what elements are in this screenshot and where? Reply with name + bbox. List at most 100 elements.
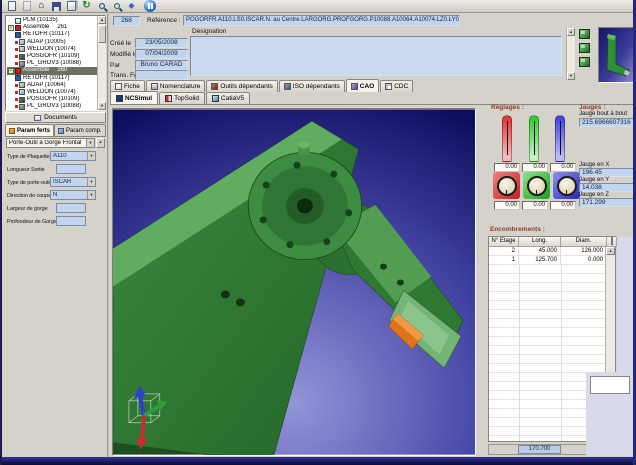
green-cube-icon[interactable] — [579, 29, 590, 39]
tool-icon — [211, 83, 218, 90]
tab-param-ferts[interactable]: Param ferts — [5, 124, 54, 136]
green-cube-icon[interactable] — [579, 43, 590, 53]
slider-red-value[interactable]: 0.00 — [494, 163, 520, 172]
chevron-down-icon[interactable]: ▼ — [87, 152, 95, 160]
tree-item[interactable]: ADAP (10005) — [7, 39, 97, 46]
created-field[interactable]: 23/05/2008 — [135, 38, 188, 48]
largeur-gorge-field[interactable] — [56, 203, 86, 213]
scroll-down-icon[interactable]: ▼ — [98, 102, 106, 110]
copy-document-icon[interactable] — [65, 1, 78, 12]
knob-dial[interactable] — [527, 176, 547, 196]
model-icon-stack — [579, 29, 590, 67]
home-icon[interactable]: ⌂ — [35, 1, 48, 12]
designation-field[interactable] — [190, 36, 562, 76]
tree-item[interactable]: ADAP (10064) — [7, 82, 97, 89]
knob-blue[interactable] — [553, 172, 580, 199]
scroll-up-icon[interactable]: ▲ — [606, 247, 615, 255]
slider-red[interactable] — [502, 115, 512, 162]
pause-orb-icon[interactable] — [140, 0, 156, 12]
reference-field[interactable]: POGORFR.A110.LS0.ISCAR.N. au Centre.LARG… — [183, 15, 460, 26]
new-document-icon[interactable] — [5, 1, 18, 12]
open-document-icon[interactable] — [20, 1, 33, 12]
documents-button[interactable]: Documents — [5, 112, 106, 123]
tree-item[interactable]: PLM (10135) — [7, 17, 97, 24]
record-id: 268 — [113, 16, 140, 26]
form-scroll-up-icon[interactable]: ▲ — [96, 138, 105, 148]
slider-blue-value[interactable]: 0.00 — [550, 163, 576, 172]
spare-field[interactable] — [590, 376, 630, 394]
search-icon[interactable] — [95, 1, 108, 12]
knob-dial[interactable] — [557, 176, 577, 196]
direction-coupe-select[interactable]: N▼ — [50, 190, 96, 200]
tab-param-comp[interactable]: Param comp. — [54, 124, 106, 136]
tree-item[interactable]: RETOFR (10117) — [7, 75, 97, 82]
jauge-bout-value: 215.6966607316 — [579, 118, 636, 127]
tree-item[interactable]: POSGOFR (10109) — [7, 53, 97, 60]
knob-red-value[interactable]: 0.00 — [494, 201, 520, 210]
slider-green-value[interactable]: 0.00 — [522, 163, 548, 172]
subtab-topsolid[interactable]: TopSolid — [159, 92, 205, 104]
table-row[interactable]: 2 45.000 126.000 — [489, 247, 615, 256]
scroll-up-icon[interactable]: ▲ — [567, 28, 575, 36]
tab-outils-dependants[interactable]: Outils dépendants — [206, 80, 277, 92]
window-bottom-frame — [2, 457, 636, 465]
gem-icon[interactable]: ◆ — [125, 1, 138, 12]
modified-label: Modifié le — [110, 51, 138, 58]
search-plus-icon[interactable] — [110, 1, 123, 12]
tree-item[interactable]: PL_GROV3 (10088) — [7, 60, 97, 67]
topsolid-icon — [165, 95, 172, 102]
plaquette-select[interactable]: A110▼ — [50, 151, 96, 161]
knob-red[interactable] — [493, 172, 520, 199]
red-mark-icon — [15, 105, 18, 108]
chevron-down-icon[interactable]: ▼ — [87, 178, 95, 186]
designation-scrollbar[interactable]: ▲ ▼ — [566, 28, 575, 80]
expander-icon[interactable]: + — [8, 25, 14, 31]
col-options[interactable] — [607, 237, 617, 247]
cao-icon — [351, 83, 358, 90]
slider-blue[interactable] — [555, 115, 565, 162]
refresh-icon[interactable]: ↻ — [80, 1, 93, 12]
knob-dial[interactable] — [497, 176, 517, 196]
tree-item[interactable]: RETOFR (10117) — [7, 31, 97, 38]
by-field[interactable]: Bruno CARAD — [135, 60, 188, 70]
3d-viewport[interactable] — [112, 108, 476, 456]
modified-field[interactable]: 07/04/2009 — [135, 49, 188, 59]
subtab-ncsimul[interactable]: NCSimul — [110, 91, 158, 104]
porte-outil-select[interactable]: ISCAR▼ — [50, 177, 96, 187]
reference-label: Référence : — [147, 17, 181, 24]
longueur-sortie-field[interactable] — [56, 164, 86, 174]
divider — [5, 136, 106, 137]
tree-scrollbar[interactable]: ▲ ▼ — [97, 16, 106, 110]
knob-green[interactable] — [523, 172, 550, 199]
scroll-thumb[interactable] — [98, 25, 106, 43]
holder-icon — [19, 97, 25, 103]
field-label: Profondeur de Gorge — [7, 219, 57, 225]
splitter[interactable] — [107, 14, 109, 457]
adapter-icon — [19, 39, 25, 45]
tab-cdc[interactable]: CDC — [380, 80, 413, 92]
knob-blue-value[interactable]: 0.00 — [550, 201, 576, 210]
table-row[interactable]: 1 125.700 0.000 — [489, 256, 615, 265]
main-toolbar: ⌂ ↻ ◆ — [2, 0, 636, 13]
tree-item-group-selected[interactable]: +Assemblé260 — [7, 67, 97, 74]
scroll-up-icon[interactable]: ▲ — [98, 16, 106, 24]
tree-item[interactable]: WELDON (10074) — [7, 46, 97, 53]
by-label: Par — [110, 62, 120, 69]
slider-green[interactable] — [529, 115, 539, 162]
tab-cao[interactable]: CAO — [346, 79, 379, 92]
chevron-down-icon[interactable]: ▼ — [86, 139, 94, 147]
profondeur-gorge-field[interactable] — [56, 216, 86, 226]
green-cube-icon[interactable] — [579, 57, 590, 67]
red-mark-icon — [15, 41, 18, 44]
chevron-down-icon[interactable]: ▼ — [87, 191, 95, 199]
tree-item-group[interactable]: +Assemblé261 — [7, 24, 97, 31]
tab-iso-dependants[interactable]: ISO dépendants — [279, 80, 345, 92]
tree-item[interactable]: PL_GROV3 (10088) — [7, 103, 97, 110]
expander-icon[interactable]: + — [8, 68, 14, 74]
tree-item[interactable]: WELDON (10074) — [7, 89, 97, 96]
knob-green-value[interactable]: 0.00 — [522, 201, 548, 210]
subtab-catiav5[interactable]: CatiaV5 — [206, 92, 250, 104]
tree-item[interactable]: POSGOFR (10109) — [7, 96, 97, 103]
tool-family-select[interactable]: Porte-Outil à Gorge Frontal ▼ — [6, 138, 95, 148]
save-icon[interactable] — [50, 1, 63, 12]
